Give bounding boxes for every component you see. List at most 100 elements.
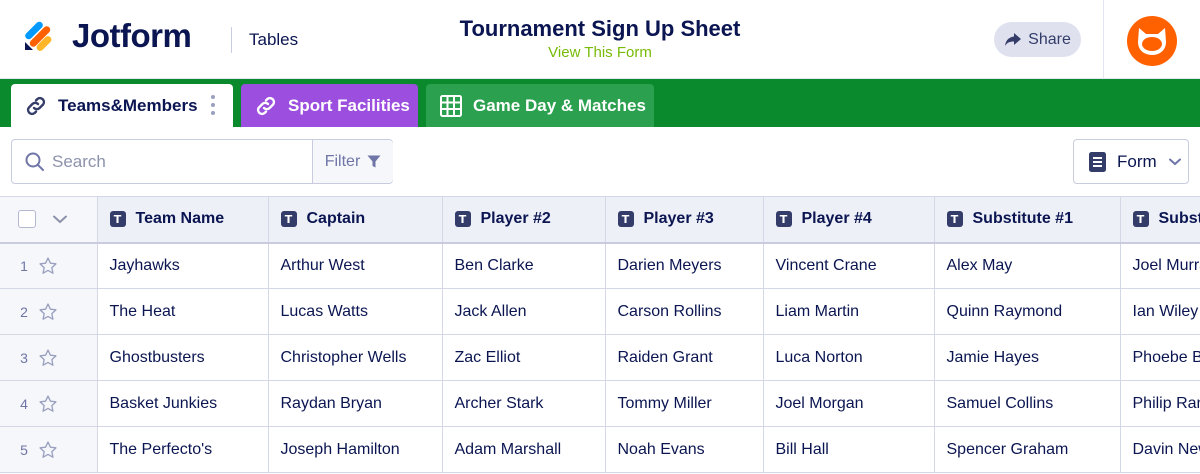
table-cell[interactable]: Spencer Graham [934, 426, 1121, 473]
link-icon [24, 94, 48, 118]
user-avatar[interactable] [1127, 16, 1177, 66]
share-button[interactable]: Share [994, 22, 1081, 57]
table-header-row: T Team Name T Captain T Player #2 T Player #… [0, 196, 1200, 244]
star-icon[interactable] [38, 394, 58, 414]
star-icon[interactable] [38, 440, 58, 460]
table-row[interactable]: 5 The Perfecto's Joseph Hamilton Adam Marsh… [0, 426, 1200, 473]
tab-label: Teams&Members [58, 95, 198, 115]
table-cell[interactable]: Noah Evans [605, 426, 764, 473]
data-table: T Team Name T Captain T Player #2 T Player #… [0, 196, 1200, 474]
table-cell[interactable]: Basket Junkies [97, 380, 269, 427]
header-divider [1103, 0, 1104, 79]
title-block: Tournament Sign Up Sheet View This Form [400, 16, 800, 63]
text-type-icon: T [454, 211, 471, 228]
text-type-icon: T [1132, 211, 1149, 228]
row-control-cell: 1 [0, 242, 98, 289]
table-cell[interactable]: Adam Marshall [442, 426, 606, 473]
column-header[interactable]: T Player #3 [605, 196, 764, 244]
logo-divider [231, 27, 232, 53]
logo-text: Jotform [72, 16, 192, 54]
link-icon [254, 94, 278, 118]
filter-label: Filter [324, 152, 361, 170]
table-cell[interactable]: Christopher Wells [268, 334, 443, 381]
filter-button[interactable]: Filter [312, 140, 393, 183]
table-cell[interactable]: Davin Newman [1120, 426, 1200, 473]
table-cell[interactable]: Liam Martin [763, 288, 935, 335]
table-cell[interactable]: Arthur West [268, 242, 443, 289]
column-header[interactable]: T Player #4 [763, 196, 935, 244]
cat-avatar-icon [1138, 28, 1166, 55]
share-arrow-icon [1005, 32, 1022, 46]
star-icon[interactable] [38, 302, 58, 322]
row-control-cell: 2 [0, 288, 98, 335]
table-cell[interactable]: Tommy Miller [605, 380, 764, 427]
table-row[interactable]: 3 Ghostbusters Christopher Wells Zac Elliot… [0, 334, 1200, 381]
tab-sport-facilities[interactable]: Sport Facilities [241, 84, 418, 127]
tab-label: Game Day & Matches [473, 95, 646, 115]
table-cell[interactable]: Luca Norton [763, 334, 935, 381]
table-cell[interactable]: Jack Allen [442, 288, 606, 335]
table-cell[interactable]: Raydan Bryan [268, 380, 443, 427]
tab-teams-members[interactable]: Teams&Members [11, 84, 233, 127]
tab-more-icon[interactable] [211, 95, 215, 115]
form-icon [1089, 151, 1106, 172]
search-icon [25, 152, 44, 171]
star-icon[interactable] [38, 348, 58, 368]
select-all-checkbox[interactable] [18, 210, 36, 229]
table-cell[interactable]: Ghostbusters [97, 334, 269, 381]
table-cell[interactable]: Jamie Hayes [934, 334, 1121, 381]
table-cell[interactable]: Jayhawks [97, 242, 269, 289]
text-type-icon: T [109, 211, 126, 228]
funnel-icon [367, 155, 381, 168]
table-row[interactable]: 4 Basket Junkies Raydan Bryan Archer Stark T… [0, 380, 1200, 427]
star-icon[interactable] [38, 256, 58, 276]
text-type-icon: T [946, 211, 963, 228]
column-header[interactable]: T Team Name [97, 196, 269, 244]
table-cell[interactable]: Darien Meyers [605, 242, 764, 289]
column-header[interactable]: T Substitute #1 [934, 196, 1121, 244]
form-button[interactable]: Form [1073, 139, 1189, 184]
table-cell[interactable]: Joseph Hamilton [268, 426, 443, 473]
table-cell[interactable]: Archer Stark [442, 380, 606, 427]
table-cell[interactable]: Lucas Watts [268, 288, 443, 335]
column-header[interactable]: T Player #2 [442, 196, 606, 244]
table-row[interactable]: 2 The Heat Lucas Watts Jack Allen Carson Rol… [0, 288, 1200, 335]
select-all-cell [0, 196, 98, 244]
text-type-icon: T [280, 211, 297, 228]
text-type-icon: T [775, 211, 792, 228]
tab-game-day-matches[interactable]: Game Day & Matches [426, 84, 654, 127]
app-header: Jotform Tables Tournament Sign Up Sheet … [0, 0, 1200, 79]
column-header[interactable]: TSubstitute #2 [1120, 196, 1200, 244]
table-cell[interactable]: The Heat [97, 288, 269, 335]
table-cell[interactable]: Ian Wiley [1120, 288, 1200, 335]
chevron-down-icon[interactable] [53, 215, 67, 224]
table-cell[interactable]: Samuel Collins [934, 380, 1121, 427]
row-control-cell: 3 [0, 334, 98, 381]
table-cell[interactable]: Phoebe Brown [1120, 334, 1200, 381]
tab-bar: Teams&Members Sport Facilities Game Day … [0, 79, 1200, 127]
table-cell[interactable]: Joel Murray [1120, 242, 1200, 289]
search-box: Filter [11, 139, 393, 184]
table-cell[interactable]: Quinn Raymond [934, 288, 1121, 335]
table-cell[interactable]: Raiden Grant [605, 334, 764, 381]
table-cell[interactable]: Zac Elliot [442, 334, 606, 381]
table-cell[interactable]: Ben Clarke [442, 242, 606, 289]
table-cell[interactable]: Carson Rollins [605, 288, 764, 335]
table-cell[interactable]: The Perfecto's [97, 426, 269, 473]
table-cell[interactable]: Vincent Crane [763, 242, 935, 289]
search-input[interactable] [52, 150, 307, 174]
table-cell[interactable]: Alex May [934, 242, 1121, 289]
table-row[interactable]: 1 Jayhawks Arthur West Ben Clarke Darien Mey… [0, 242, 1200, 289]
table-cell[interactable]: Philip Ramsey [1120, 380, 1200, 427]
jotform-logo[interactable]: Jotform [22, 16, 192, 54]
table-cell[interactable]: Bill Hall [763, 426, 935, 473]
grid-icon [439, 94, 463, 118]
jotform-logo-icon [22, 18, 56, 52]
row-control-cell: 4 [0, 380, 98, 427]
view-form-link[interactable]: View This Form [400, 43, 800, 63]
row-control-cell: 5 [0, 426, 98, 473]
chevron-down-icon [1168, 158, 1181, 165]
table-cell[interactable]: Joel Morgan [763, 380, 935, 427]
share-label: Share [1028, 30, 1071, 48]
column-header[interactable]: T Captain [268, 196, 443, 244]
